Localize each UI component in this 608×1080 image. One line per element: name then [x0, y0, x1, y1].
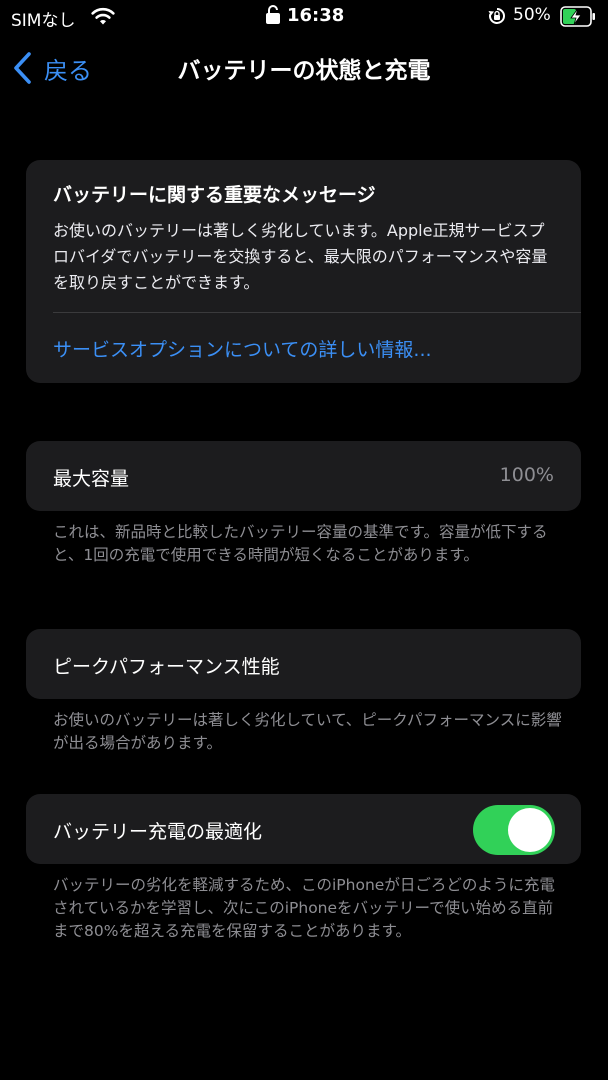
optimized-charging-toggle[interactable] — [473, 805, 555, 855]
carrier-label: SIMなし — [11, 11, 76, 31]
page-title: バッテリーの状態と充電 — [177, 58, 431, 84]
clock-time: 16:38 — [287, 5, 345, 26]
maximum-capacity-row: 最大容量 100% — [26, 441, 581, 511]
battery-message-card: バッテリーに関する重要なメッセージ お使いのバッテリーは著しく劣化しています。A… — [26, 160, 581, 383]
optimized-charging-note: バッテリーの劣化を軽減するため、このiPhoneが日ごろどのように充電されている… — [53, 876, 555, 940]
battery-percent: 50% — [513, 5, 551, 25]
status-bar: SIMなし 16:38 50% — [0, 0, 608, 34]
message-heading: バッテリーに関する重要なメッセージ — [53, 184, 376, 206]
lock-icon — [266, 5, 280, 24]
peak-performance-row: ピークパフォーマンス性能 — [26, 629, 581, 699]
peak-performance-label: ピークパフォーマンス性能 — [53, 656, 280, 678]
maximum-capacity-label: 最大容量 — [53, 468, 130, 490]
optimized-charging-row: バッテリー充電の最適化 — [26, 794, 581, 864]
message-divider — [53, 312, 581, 313]
wifi-icon — [91, 7, 115, 25]
peak-performance-note: お使いのバッテリーは著しく劣化していて、ピークパフォーマンスに影響が出る場合があ… — [53, 711, 562, 752]
toggle-knob — [508, 808, 552, 852]
service-options-link[interactable]: サービスオプションについての詳しい情報... — [53, 335, 432, 362]
rotation-lock-icon — [488, 8, 505, 24]
message-body: お使いのバッテリーは著しく劣化しています。Apple正規サービスプロバイダでバッ… — [53, 221, 548, 292]
battery-charging-icon — [560, 6, 595, 27]
maximum-capacity-value: 100% — [499, 464, 554, 486]
maximum-capacity-note: これは、新品時と比較したバッテリー容量の基準です。容量が低下すると、1回の充電で… — [53, 523, 548, 564]
optimized-charging-label: バッテリー充電の最適化 — [53, 821, 263, 843]
